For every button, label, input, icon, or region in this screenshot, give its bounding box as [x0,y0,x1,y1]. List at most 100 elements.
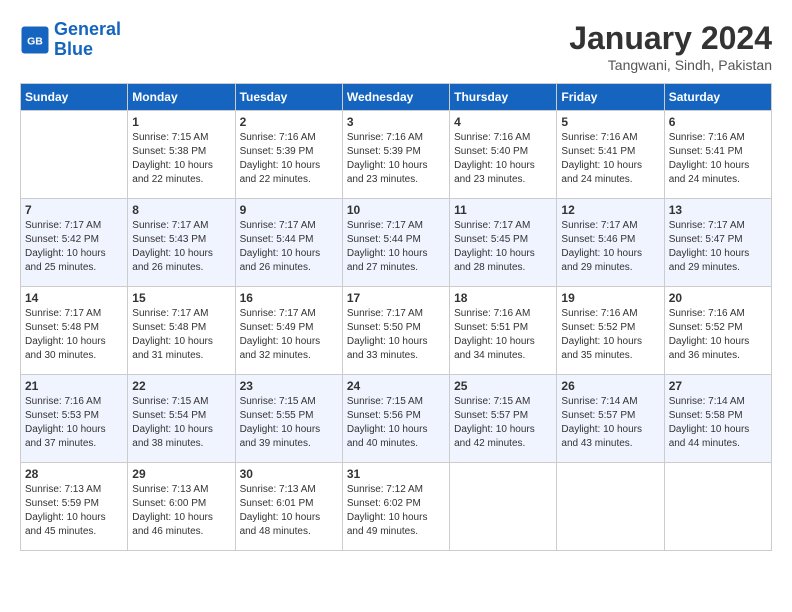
month-year: January 2024 [569,20,772,57]
day-number: 28 [25,467,123,481]
day-number: 27 [669,379,767,393]
cell-info: Sunrise: 7:16 AM Sunset: 5:53 PM Dayligh… [25,395,123,451]
calendar-cell: 30 Sunrise: 7:13 AM Sunset: 6:01 PM Dayl… [235,463,342,551]
day-number: 25 [454,379,552,393]
calendar-cell: 19 Sunrise: 7:16 AM Sunset: 5:52 PM Dayl… [557,287,664,375]
cell-info: Sunrise: 7:17 AM Sunset: 5:45 PM Dayligh… [454,219,552,275]
cell-info: Sunrise: 7:16 AM Sunset: 5:52 PM Dayligh… [561,307,659,363]
calendar-cell: 17 Sunrise: 7:17 AM Sunset: 5:50 PM Dayl… [342,287,449,375]
calendar-cell: 9 Sunrise: 7:17 AM Sunset: 5:44 PM Dayli… [235,199,342,287]
week-row-2: 7 Sunrise: 7:17 AM Sunset: 5:42 PM Dayli… [21,199,772,287]
column-header-saturday: Saturday [664,84,771,111]
page-header: GB General Blue January 2024 Tangwani, S… [20,20,772,73]
calendar-cell: 13 Sunrise: 7:17 AM Sunset: 5:47 PM Dayl… [664,199,771,287]
cell-info: Sunrise: 7:15 AM Sunset: 5:54 PM Dayligh… [132,395,230,451]
cell-info: Sunrise: 7:15 AM Sunset: 5:57 PM Dayligh… [454,395,552,451]
cell-info: Sunrise: 7:17 AM Sunset: 5:44 PM Dayligh… [240,219,338,275]
cell-info: Sunrise: 7:16 AM Sunset: 5:40 PM Dayligh… [454,131,552,187]
cell-info: Sunrise: 7:16 AM Sunset: 5:41 PM Dayligh… [561,131,659,187]
day-number: 5 [561,115,659,129]
calendar-cell [557,463,664,551]
calendar-cell: 25 Sunrise: 7:15 AM Sunset: 5:57 PM Dayl… [450,375,557,463]
calendar-cell: 28 Sunrise: 7:13 AM Sunset: 5:59 PM Dayl… [21,463,128,551]
calendar-cell: 1 Sunrise: 7:15 AM Sunset: 5:38 PM Dayli… [128,111,235,199]
cell-info: Sunrise: 7:16 AM Sunset: 5:41 PM Dayligh… [669,131,767,187]
calendar-cell: 6 Sunrise: 7:16 AM Sunset: 5:41 PM Dayli… [664,111,771,199]
day-number: 31 [347,467,445,481]
cell-info: Sunrise: 7:15 AM Sunset: 5:56 PM Dayligh… [347,395,445,451]
week-row-1: 1 Sunrise: 7:15 AM Sunset: 5:38 PM Dayli… [21,111,772,199]
logo-line2: Blue [54,39,93,59]
day-number: 2 [240,115,338,129]
day-number: 10 [347,203,445,217]
calendar-cell: 27 Sunrise: 7:14 AM Sunset: 5:58 PM Dayl… [664,375,771,463]
calendar-cell: 12 Sunrise: 7:17 AM Sunset: 5:46 PM Dayl… [557,199,664,287]
day-number: 22 [132,379,230,393]
day-number: 18 [454,291,552,305]
header-row: SundayMondayTuesdayWednesdayThursdayFrid… [21,84,772,111]
calendar-cell: 24 Sunrise: 7:15 AM Sunset: 5:56 PM Dayl… [342,375,449,463]
svg-text:GB: GB [27,35,43,47]
title-block: January 2024 Tangwani, Sindh, Pakistan [569,20,772,73]
calendar-cell: 5 Sunrise: 7:16 AM Sunset: 5:41 PM Dayli… [557,111,664,199]
day-number: 15 [132,291,230,305]
day-number: 8 [132,203,230,217]
week-row-4: 21 Sunrise: 7:16 AM Sunset: 5:53 PM Dayl… [21,375,772,463]
day-number: 4 [454,115,552,129]
day-number: 24 [347,379,445,393]
logo-text: General Blue [54,20,121,60]
cell-info: Sunrise: 7:14 AM Sunset: 5:57 PM Dayligh… [561,395,659,451]
calendar-cell: 18 Sunrise: 7:16 AM Sunset: 5:51 PM Dayl… [450,287,557,375]
cell-info: Sunrise: 7:16 AM Sunset: 5:51 PM Dayligh… [454,307,552,363]
cell-info: Sunrise: 7:16 AM Sunset: 5:39 PM Dayligh… [347,131,445,187]
cell-info: Sunrise: 7:17 AM Sunset: 5:47 PM Dayligh… [669,219,767,275]
calendar-cell [21,111,128,199]
column-header-wednesday: Wednesday [342,84,449,111]
cell-info: Sunrise: 7:14 AM Sunset: 5:58 PM Dayligh… [669,395,767,451]
calendar-cell: 29 Sunrise: 7:13 AM Sunset: 6:00 PM Dayl… [128,463,235,551]
column-header-friday: Friday [557,84,664,111]
day-number: 19 [561,291,659,305]
calendar-cell: 16 Sunrise: 7:17 AM Sunset: 5:49 PM Dayl… [235,287,342,375]
column-header-thursday: Thursday [450,84,557,111]
calendar-cell: 22 Sunrise: 7:15 AM Sunset: 5:54 PM Dayl… [128,375,235,463]
logo-icon: GB [20,25,50,55]
calendar-cell [450,463,557,551]
cell-info: Sunrise: 7:17 AM Sunset: 5:48 PM Dayligh… [132,307,230,363]
column-header-monday: Monday [128,84,235,111]
day-number: 14 [25,291,123,305]
cell-info: Sunrise: 7:17 AM Sunset: 5:49 PM Dayligh… [240,307,338,363]
cell-info: Sunrise: 7:12 AM Sunset: 6:02 PM Dayligh… [347,483,445,539]
day-number: 21 [25,379,123,393]
cell-info: Sunrise: 7:17 AM Sunset: 5:46 PM Dayligh… [561,219,659,275]
day-number: 1 [132,115,230,129]
calendar-cell: 26 Sunrise: 7:14 AM Sunset: 5:57 PM Dayl… [557,375,664,463]
calendar-cell: 3 Sunrise: 7:16 AM Sunset: 5:39 PM Dayli… [342,111,449,199]
calendar-cell: 14 Sunrise: 7:17 AM Sunset: 5:48 PM Dayl… [21,287,128,375]
cell-info: Sunrise: 7:16 AM Sunset: 5:39 PM Dayligh… [240,131,338,187]
day-number: 7 [25,203,123,217]
day-number: 26 [561,379,659,393]
cell-info: Sunrise: 7:15 AM Sunset: 5:38 PM Dayligh… [132,131,230,187]
cell-info: Sunrise: 7:17 AM Sunset: 5:48 PM Dayligh… [25,307,123,363]
logo-line1: General [54,19,121,39]
day-number: 11 [454,203,552,217]
day-number: 20 [669,291,767,305]
calendar-cell: 4 Sunrise: 7:16 AM Sunset: 5:40 PM Dayli… [450,111,557,199]
day-number: 23 [240,379,338,393]
calendar-cell: 10 Sunrise: 7:17 AM Sunset: 5:44 PM Dayl… [342,199,449,287]
calendar-cell [664,463,771,551]
day-number: 3 [347,115,445,129]
week-row-5: 28 Sunrise: 7:13 AM Sunset: 5:59 PM Dayl… [21,463,772,551]
calendar-cell: 8 Sunrise: 7:17 AM Sunset: 5:43 PM Dayli… [128,199,235,287]
calendar-cell: 11 Sunrise: 7:17 AM Sunset: 5:45 PM Dayl… [450,199,557,287]
calendar-cell: 23 Sunrise: 7:15 AM Sunset: 5:55 PM Dayl… [235,375,342,463]
location: Tangwani, Sindh, Pakistan [569,57,772,73]
cell-info: Sunrise: 7:13 AM Sunset: 6:01 PM Dayligh… [240,483,338,539]
cell-info: Sunrise: 7:13 AM Sunset: 6:00 PM Dayligh… [132,483,230,539]
calendar-cell: 15 Sunrise: 7:17 AM Sunset: 5:48 PM Dayl… [128,287,235,375]
week-row-3: 14 Sunrise: 7:17 AM Sunset: 5:48 PM Dayl… [21,287,772,375]
day-number: 6 [669,115,767,129]
calendar-cell: 21 Sunrise: 7:16 AM Sunset: 5:53 PM Dayl… [21,375,128,463]
cell-info: Sunrise: 7:17 AM Sunset: 5:43 PM Dayligh… [132,219,230,275]
